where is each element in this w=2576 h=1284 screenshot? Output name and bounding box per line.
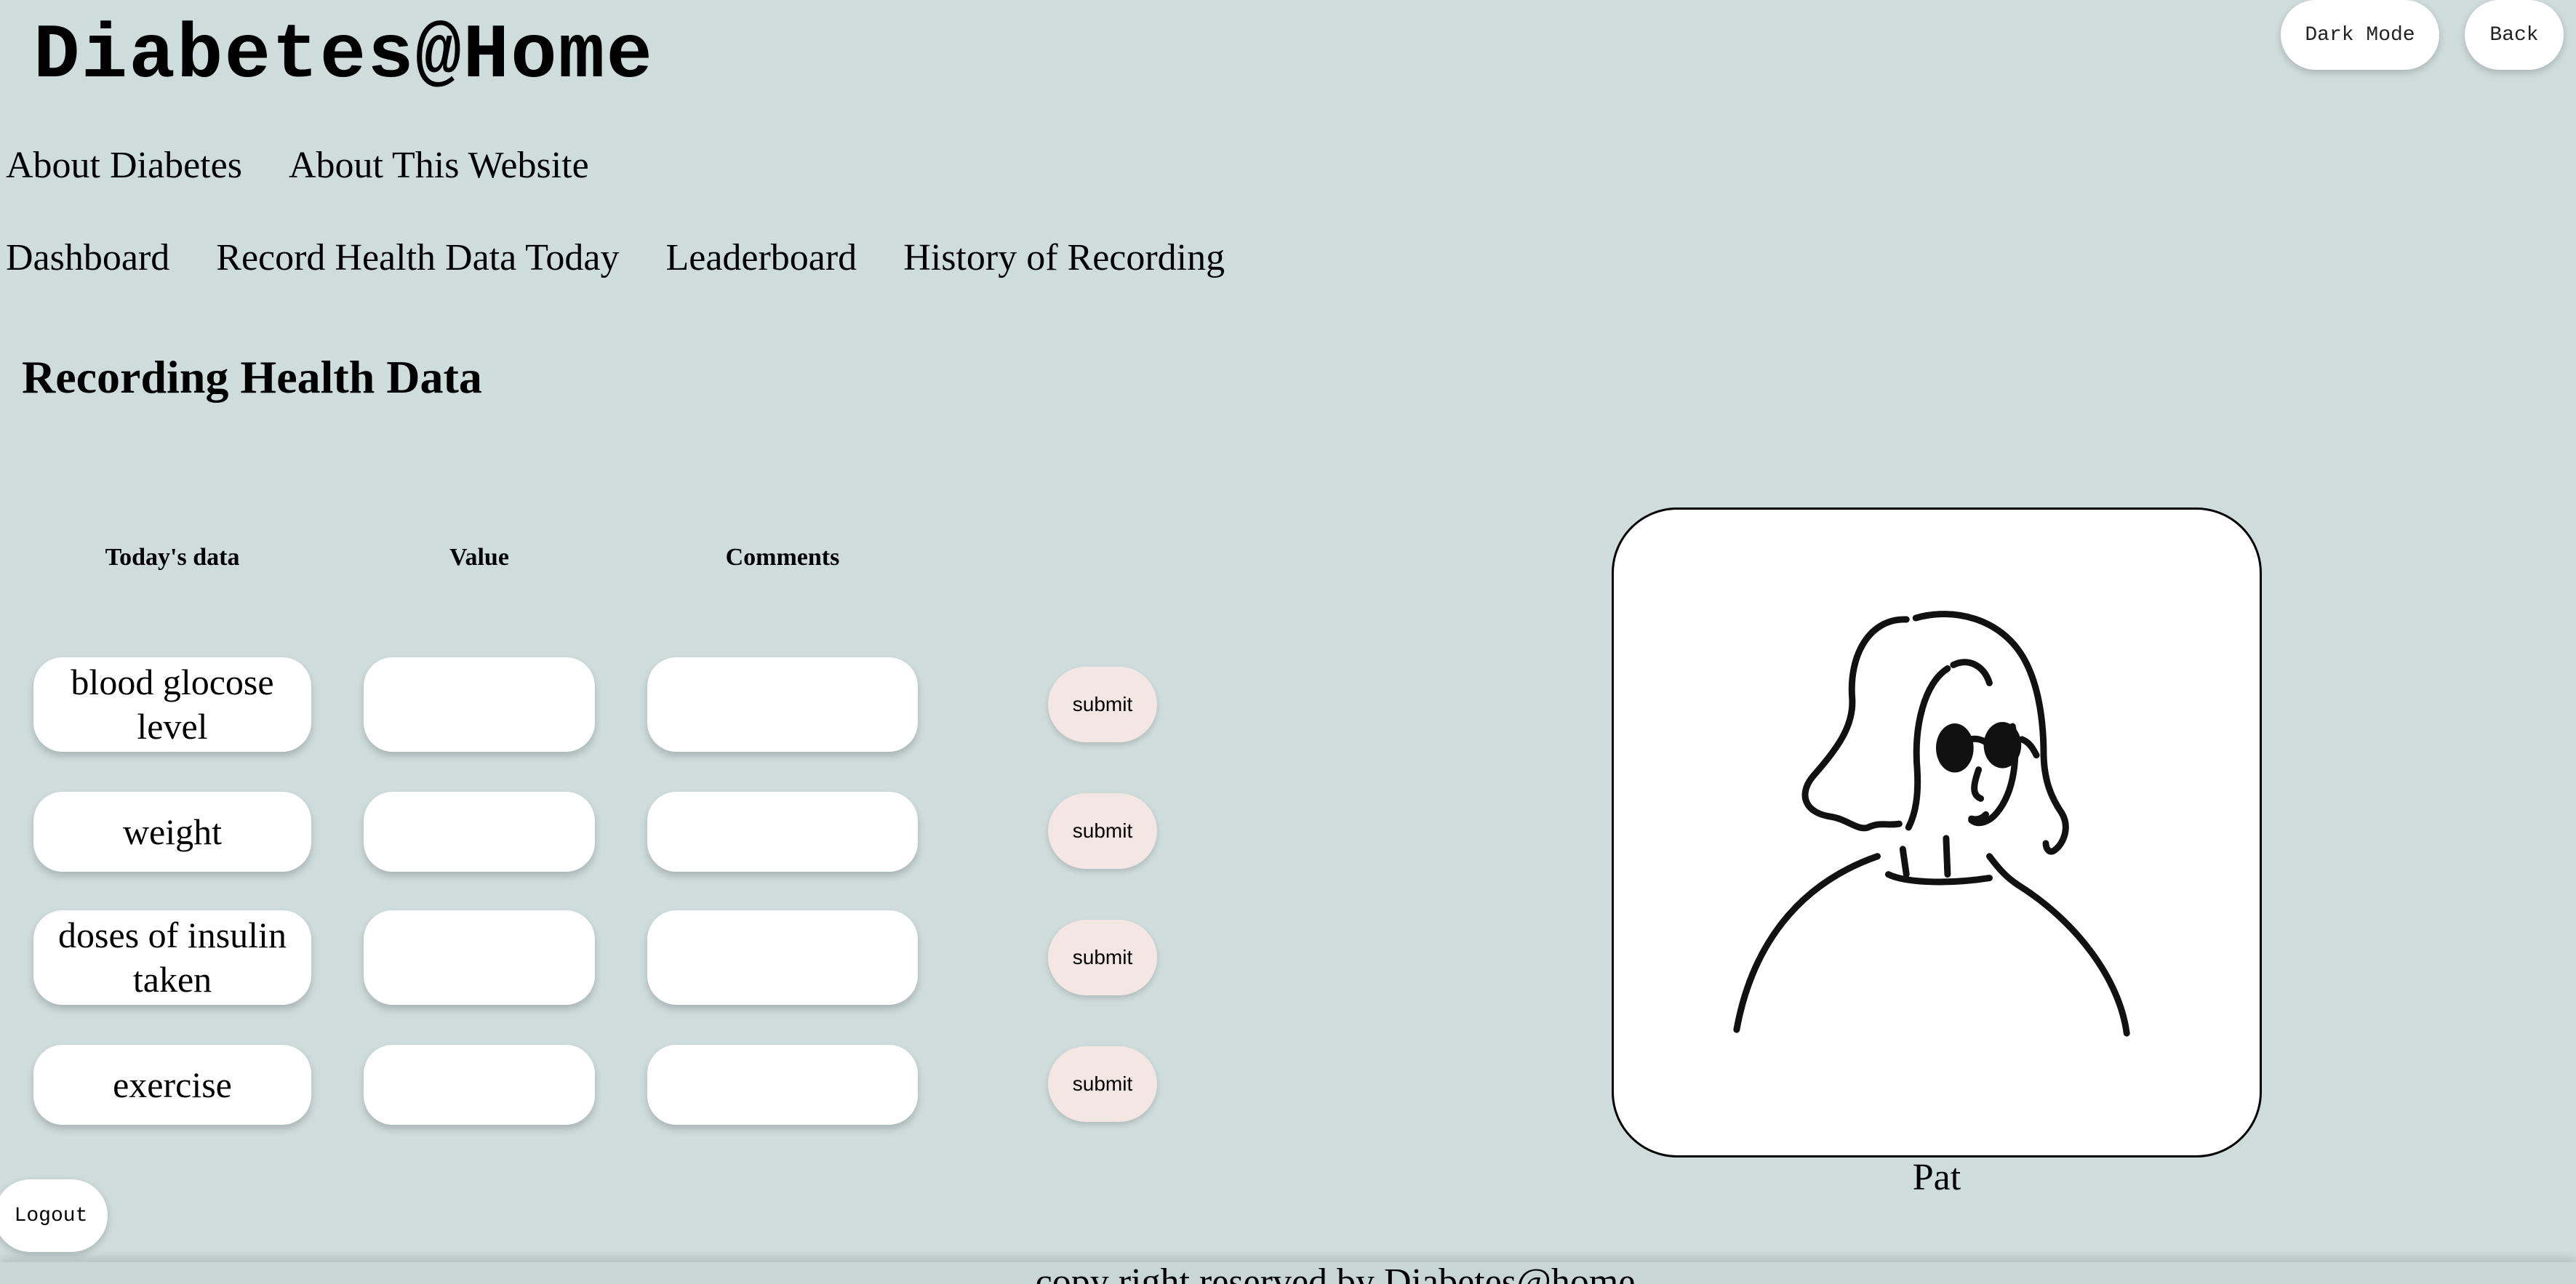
blood-glucose-submit-button[interactable]: submit — [1048, 667, 1157, 742]
exercise-value-input[interactable] — [364, 1045, 595, 1125]
footer-text: copy right reserved by Diabetes@home — [1035, 1262, 1636, 1284]
blood-glucose-value-input[interactable] — [364, 657, 595, 752]
nav-leaderboard[interactable]: Leaderboard — [665, 236, 857, 279]
insulin-doses-comment-input[interactable] — [647, 910, 918, 1005]
avatar-card — [1612, 507, 2262, 1157]
exercise-submit-button[interactable]: submit — [1048, 1046, 1157, 1122]
weight-value-input[interactable] — [364, 792, 595, 872]
column-header-todays-data: Today's data — [105, 544, 240, 571]
weight-submit-button[interactable]: submit — [1048, 793, 1157, 869]
nav-record-health-data[interactable]: Record Health Data Today — [216, 236, 619, 279]
exercise-comment-input[interactable] — [647, 1045, 918, 1125]
row-label-weight: weight — [33, 792, 311, 872]
column-header-value: Value — [449, 544, 509, 571]
insulin-doses-submit-button[interactable]: submit — [1048, 920, 1157, 995]
nav-about-diabetes[interactable]: About Diabetes — [6, 144, 242, 187]
row-label-blood-glucose: blood glocose level — [33, 657, 311, 752]
page-heading: Recording Health Data — [22, 351, 482, 403]
avatar-icon — [1733, 611, 2130, 1037]
row-label-insulin-doses: doses of insulin taken — [33, 910, 311, 1005]
insulin-doses-value-input[interactable] — [364, 910, 595, 1005]
row-label-exercise: exercise — [33, 1045, 311, 1125]
profile-name: Pat — [1912, 1157, 1961, 1198]
column-header-comments: Comments — [725, 544, 840, 571]
dark-mode-button[interactable]: Dark Mode — [2281, 0, 2439, 70]
nav-dashboard[interactable]: Dashboard — [6, 236, 169, 279]
secondary-nav: Dashboard Record Health Data Today Leade… — [6, 236, 1225, 279]
logout-button[interactable]: Logout — [0, 1179, 108, 1252]
back-button[interactable]: Back — [2465, 0, 2564, 70]
site-title: Diabetes@Home — [33, 12, 654, 100]
blood-glucose-comment-input[interactable] — [647, 657, 918, 752]
primary-nav: About Diabetes About This Website — [6, 144, 589, 187]
weight-comment-input[interactable] — [647, 792, 918, 872]
nav-about-website[interactable]: About This Website — [289, 144, 589, 187]
footer: copy right reserved by Diabetes@home — [0, 1262, 2576, 1284]
nav-history[interactable]: History of Recording — [903, 236, 1225, 279]
